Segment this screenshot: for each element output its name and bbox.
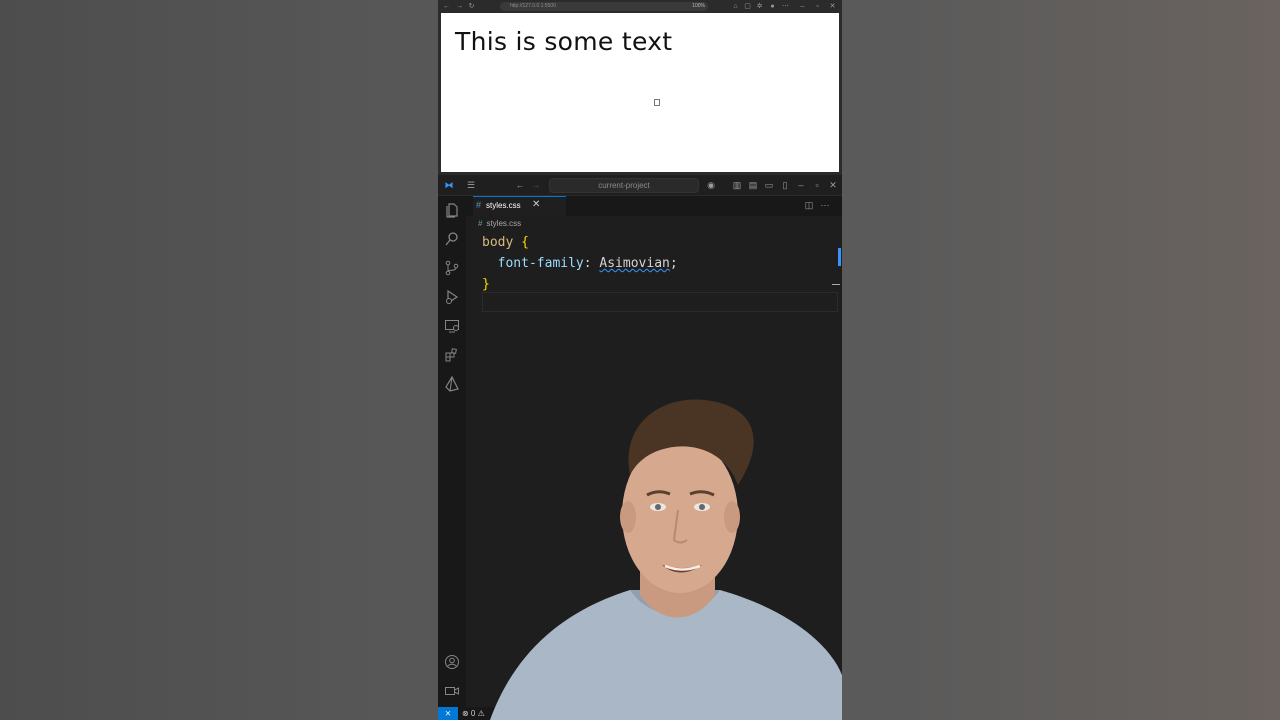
minimize-icon[interactable]: – — [798, 2, 807, 11]
breadcrumb-css-icon: # — [478, 219, 483, 228]
code-editor[interactable]: body { font-family: Asimovian; } — [482, 232, 678, 295]
vscode-titlebar: ⧓ ☰ ← → current-project ◉ ▥ ▤ ▭ ▯ – ▫ ✕ — [438, 175, 842, 196]
home-icon[interactable]: ⌂ — [731, 2, 740, 11]
win-close-icon[interactable]: ✕ — [828, 180, 838, 190]
nav-back-icon[interactable]: ← — [515, 180, 525, 190]
current-line-highlight — [482, 292, 838, 312]
address-bar[interactable]: http://127.0.0.1:5500 100% — [500, 2, 708, 11]
back-icon[interactable]: ← — [442, 2, 451, 11]
remote-indicator-icon[interactable]: ⨯ — [438, 707, 458, 720]
maximize-icon[interactable]: ▫ — [813, 2, 822, 11]
css-file-icon: # — [476, 200, 482, 210]
camera-icon[interactable] — [444, 683, 460, 699]
zoom-level[interactable]: 100% — [692, 2, 705, 11]
win-minimize-icon[interactable]: – — [796, 180, 806, 190]
page-heading: This is some text — [455, 27, 673, 56]
source-control-icon[interactable] — [444, 260, 460, 276]
layout-sidebar-icon[interactable]: ▤ — [748, 180, 758, 190]
command-center-search[interactable]: current-project — [549, 178, 699, 193]
remote-explorer-icon[interactable] — [444, 318, 460, 334]
css-colon: : — [583, 256, 592, 271]
scrollbar-marker[interactable] — [838, 248, 841, 266]
open-brace: { — [521, 235, 529, 250]
css-property: font-family — [497, 256, 584, 271]
more-actions-icon[interactable]: ⋯ — [820, 200, 830, 210]
run-debug-icon[interactable] — [444, 289, 460, 305]
nav-forward-icon[interactable]: → — [531, 180, 541, 190]
browser-window: ← → ↻ http://127.0.0.1:5500 100% ⌂ ▢ ✲ ●… — [438, 0, 842, 175]
mouse-cursor-icon — [654, 99, 660, 106]
breadcrumb-label: styles.css — [486, 219, 522, 228]
close-brace: } — [482, 277, 490, 292]
win-maximize-icon[interactable]: ▫ — [812, 180, 822, 190]
browser-toolbar: ← → ↻ http://127.0.0.1:5500 100% ⌂ ▢ ✲ ●… — [438, 0, 842, 13]
vscode-logo-icon: ⧓ — [444, 180, 454, 190]
close-icon[interactable]: ✕ — [828, 2, 837, 11]
account-icon[interactable] — [444, 654, 460, 670]
search-icon[interactable] — [444, 231, 460, 247]
extensions-icon[interactable] — [444, 347, 460, 363]
reload-icon[interactable]: ↻ — [467, 2, 476, 11]
command-center-label: current-project — [598, 181, 650, 190]
tab-close-icon[interactable]: ✕ — [532, 199, 540, 210]
hamburger-menu-icon[interactable]: ☰ — [465, 180, 477, 190]
presenter-video-overlay — [490, 399, 842, 720]
css-value: Asimovian — [599, 256, 670, 271]
explorer-icon[interactable] — [444, 202, 460, 218]
tab-styles-css[interactable]: # styles.css ✕ — [473, 196, 566, 216]
problems-count[interactable]: ⊗ 0 ⚠ — [462, 707, 485, 720]
settings-icon[interactable]: ✲ — [755, 2, 764, 11]
menu-icon[interactable]: ⋯ — [781, 2, 790, 11]
layout-left-icon[interactable]: ▥ — [732, 180, 742, 190]
forward-icon[interactable]: → — [455, 2, 464, 11]
minimap-line — [832, 284, 840, 285]
copilot-icon[interactable]: ◉ — [704, 180, 718, 190]
profile-icon[interactable]: ● — [768, 2, 777, 11]
tab-label: styles.css — [486, 201, 521, 210]
layout-panel-icon[interactable]: ▭ — [764, 180, 774, 190]
split-editor-icon[interactable]: ◫ — [804, 200, 814, 210]
url-text: http://127.0.0.1:5500 — [510, 3, 556, 9]
breadcrumb[interactable]: # styles.css — [478, 219, 521, 228]
css-semicolon: ; — [669, 256, 678, 271]
css-selector: body — [482, 235, 514, 250]
prisma-icon[interactable] — [444, 376, 460, 392]
layout-right-icon[interactable]: ▯ — [780, 180, 790, 190]
editor-tabs: # styles.css ✕ ◫ ⋯ — [466, 196, 842, 216]
tab-icon[interactable]: ▢ — [743, 2, 752, 11]
activity-bar — [438, 196, 466, 720]
browser-viewport: This is some text — [441, 13, 839, 172]
